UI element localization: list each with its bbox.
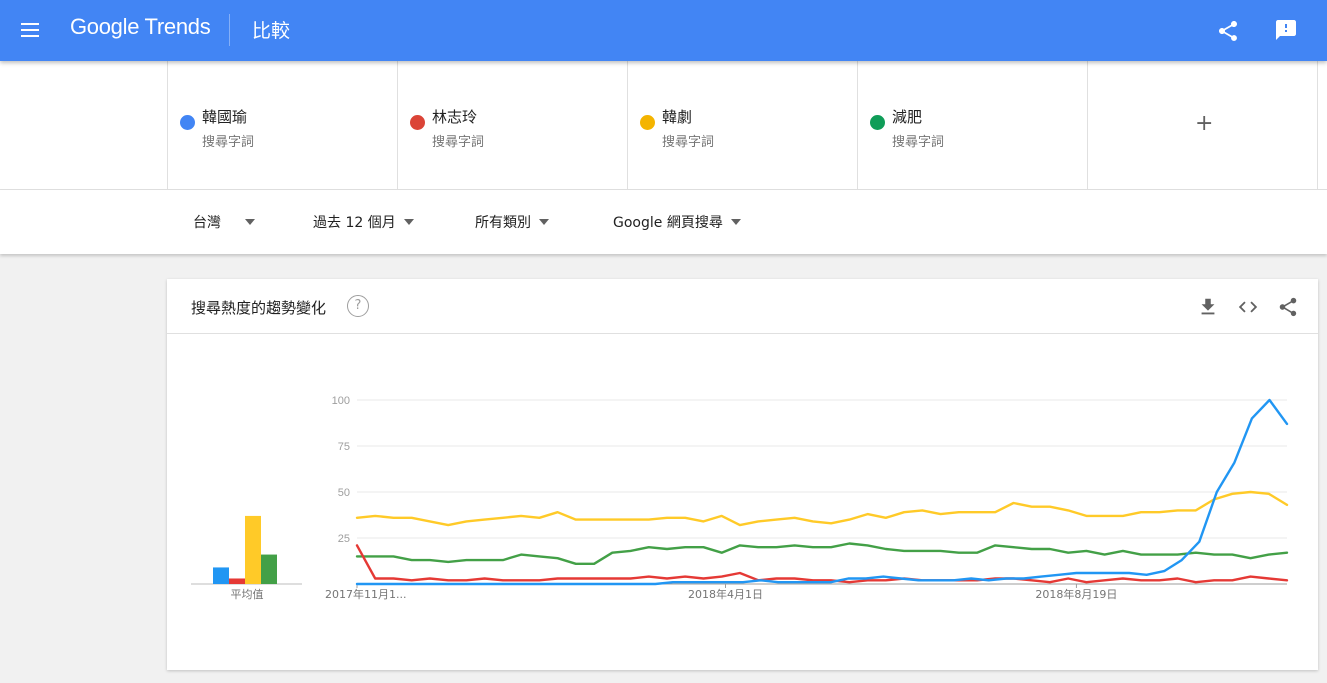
term-card-4[interactable]: 減肥 搜尋字詞 bbox=[857, 61, 1087, 189]
top-app-bar: Google Trends 比較 bbox=[0, 0, 1327, 61]
term-name: 韓劇 bbox=[662, 108, 693, 126]
series-line-3 bbox=[355, 490, 1289, 527]
term-name: 韓國瑜 bbox=[202, 108, 248, 126]
term-color-dot bbox=[870, 115, 885, 130]
term-name: 林志玲 bbox=[432, 108, 478, 126]
interest-over-time-chart[interactable]: 平均值 100 75 50 25 2017年11月1... 2018年4月1日 2018年8月… bbox=[167, 279, 1318, 670]
chevron-down-icon bbox=[539, 219, 549, 225]
chevron-down-icon bbox=[245, 219, 255, 225]
search-type-filter-dropdown[interactable]: Google 網頁搜尋 bbox=[613, 212, 741, 232]
page-title: 比較 bbox=[252, 20, 291, 42]
add-term-button[interactable]: + bbox=[1087, 61, 1318, 189]
term-color-dot bbox=[180, 115, 195, 130]
category-filter-dropdown[interactable]: 所有類別 bbox=[475, 212, 549, 232]
region-filter-label: 台灣 bbox=[193, 215, 221, 231]
region-filter-dropdown[interactable]: 台灣 bbox=[193, 212, 255, 232]
term-color-dot bbox=[640, 115, 655, 130]
term-card-2[interactable]: 林志玲 搜尋字詞 bbox=[397, 61, 627, 189]
time-range-filter-label: 過去 12 個月 bbox=[313, 215, 396, 231]
share-icon[interactable] bbox=[1216, 19, 1240, 43]
google-trends-logo[interactable]: Google Trends bbox=[70, 14, 211, 40]
interest-over-time-card: 搜尋熱度的趨勢變化 ? 平均值 100 75 50 25 2017年11月1... 2018… bbox=[167, 279, 1318, 670]
menu-icon[interactable] bbox=[20, 20, 42, 40]
term-name: 減肥 bbox=[892, 108, 923, 126]
search-type-filter-label: Google 網頁搜尋 bbox=[613, 215, 723, 231]
y-tick-label-100: 100 bbox=[332, 395, 350, 407]
feedback-icon[interactable] bbox=[1274, 18, 1298, 42]
x-tick-label-3: 2018年8月19日 bbox=[1035, 587, 1117, 601]
term-color-dot bbox=[410, 115, 425, 130]
y-tick-label-25: 25 bbox=[338, 533, 350, 545]
y-tick-label-50: 50 bbox=[338, 487, 350, 499]
category-filter-label: 所有類別 bbox=[475, 215, 531, 231]
chevron-down-icon bbox=[730, 219, 741, 225]
average-axis-label: 平均值 bbox=[231, 588, 264, 601]
term-type: 搜尋字詞 bbox=[202, 135, 255, 150]
term-type: 搜尋字詞 bbox=[892, 135, 945, 150]
plus-icon: + bbox=[1195, 111, 1214, 136]
term-type: 搜尋字詞 bbox=[662, 135, 715, 150]
x-tick-label-2: 2018年4月1日 bbox=[688, 587, 763, 601]
filters-bar: 台灣 過去 12 個月 所有類別 Google 網頁搜尋 bbox=[0, 190, 1327, 254]
average-bar-3 bbox=[245, 515, 261, 584]
term-card-1[interactable]: 韓國瑜 搜尋字詞 bbox=[167, 61, 397, 189]
chevron-down-icon bbox=[403, 219, 414, 225]
y-tick-label-75: 75 bbox=[338, 441, 350, 453]
time-range-filter-dropdown[interactable]: 過去 12 個月 bbox=[313, 212, 414, 232]
average-bar-2 bbox=[229, 578, 245, 584]
term-type: 搜尋字詞 bbox=[432, 135, 485, 150]
series-line-2 bbox=[355, 544, 1289, 584]
average-bar-1 bbox=[213, 567, 229, 584]
x-tick-label-1: 2017年11月1... bbox=[325, 587, 406, 601]
average-bar-4 bbox=[261, 554, 277, 584]
term-card-3[interactable]: 韓劇 搜尋字詞 bbox=[627, 61, 857, 189]
comparison-terms-bar: 韓國瑜 搜尋字詞 林志玲 搜尋字詞 韓劇 搜尋字詞 減肥 搜尋字詞 + bbox=[0, 61, 1327, 190]
series-line-4 bbox=[355, 542, 1289, 565]
header-divider bbox=[229, 14, 230, 46]
